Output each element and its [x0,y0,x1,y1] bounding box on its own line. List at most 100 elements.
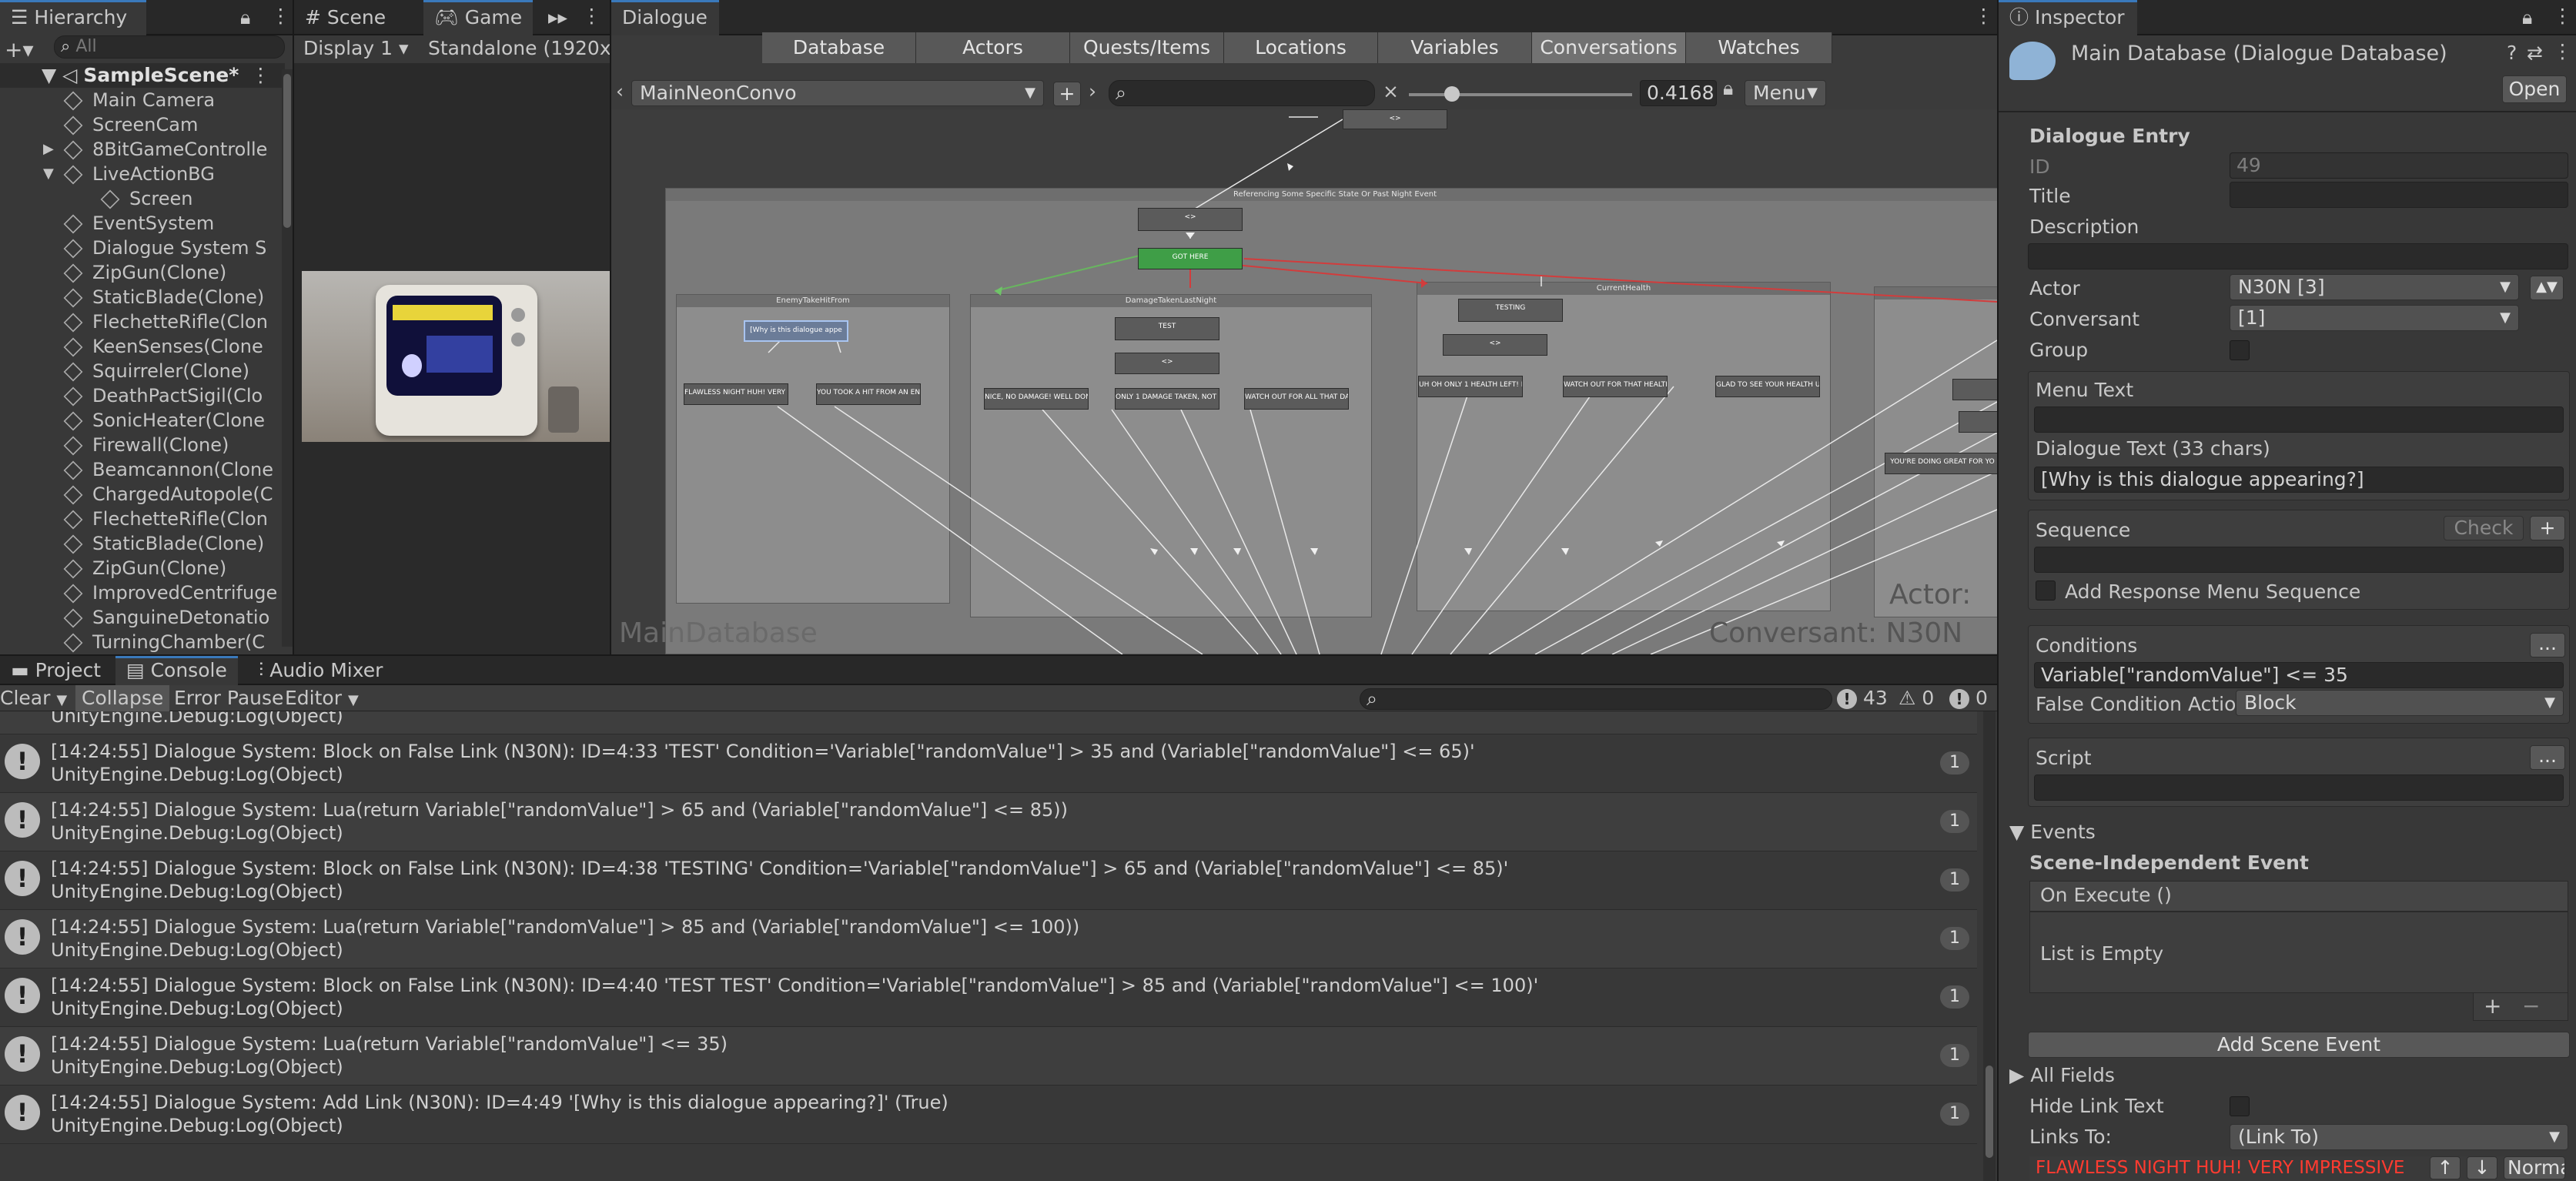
zoom-slider-thumb[interactable] [1444,86,1460,102]
game-render[interactable] [302,271,610,442]
partial-node[interactable] [1959,411,1997,433]
hierarchy-item[interactable]: ▼ LiveActionBG [43,162,215,186]
glad-health-node[interactable]: GLAD TO SEE YOUR HEALTH U [1715,376,1820,397]
scene-menu-icon[interactable]: ⋮ [251,63,270,88]
hierarchy-item[interactable]: StaticBlade(Clone) [63,285,264,309]
hierarchy-item[interactable]: FlechetteRifle(Clon [63,507,268,531]
game-kebab-icon[interactable]: ⋮ [582,5,601,27]
fold-arrow-icon[interactable]: ▼ [43,162,54,186]
add-sequence-button[interactable]: + [2530,516,2565,540]
kebab-menu-icon[interactable]: ⋮ [2553,5,2572,27]
fold-arrow-icon[interactable]: ▶ [43,137,54,162]
tab-console[interactable]: ▤ Console [115,656,238,685]
tab-scene[interactable]: # Scene [294,0,396,35]
clear-search-icon[interactable]: × [1383,80,1399,102]
inspector-tab[interactable]: ⓘ Inspector [1999,0,2137,35]
conditions-field[interactable]: Variable["randomValue"] <= 35 [2034,662,2564,688]
script-wizard-button[interactable]: ... [2530,745,2565,770]
console-scrollbar[interactable] [1983,711,1996,1181]
log-entry[interactable]: ! [14:24:55] Dialogue System: Add Link (N… [0,1086,1977,1144]
log-entry[interactable]: ! [14:24:55] Dialogue System: Block on Fa… [0,734,1977,793]
watch-damage-node[interactable]: WATCH OUT FOR ALL THAT DAM [1244,388,1349,410]
resolution-dropdown[interactable]: Standalone (1920x10 [428,37,610,59]
nav-forward-icon[interactable]: › [1089,80,1096,102]
tab-overflow-icon[interactable]: ▸▸ [548,6,567,28]
console-search-input[interactable]: ⌕ [1360,688,1832,710]
menu-dropdown[interactable]: Menu ▼ [1745,80,1826,106]
partial-node[interactable] [1952,379,1997,400]
menu-text-field[interactable] [2034,406,2564,433]
links-to-dropdown[interactable]: (Link To) ▼ [2230,1124,2568,1150]
hierarchy-item[interactable]: ▶ 8BitGameControlle [43,137,267,162]
lock-icon[interactable]: 🔒︎ [240,6,250,29]
fold-arrow-icon[interactable]: ▶ [2009,1064,2024,1086]
start-node[interactable]: <> [1343,109,1447,129]
sequence-field[interactable] [2034,547,2564,573]
conditions-wizard-button[interactable]: ... [2530,633,2565,657]
preset-icon[interactable]: ⇄ [2527,42,2543,64]
hierarchy-item[interactable]: Dialogue System S [63,236,266,260]
conversation-dropdown[interactable]: MainNeonConvo ▼ [631,80,1044,106]
lock-icon[interactable]: 🔒︎ [1723,77,1733,100]
add-response-checkbox[interactable] [2036,580,2056,601]
add-scene-event-button[interactable]: Add Scene Event [2028,1032,2570,1058]
testing-node[interactable]: TESTING [1458,299,1563,322]
swap-actors-button[interactable]: ▲▼ [2530,276,2564,300]
hierarchy-item[interactable]: Main Camera [63,88,215,112]
hierarchy-item[interactable]: DeathPactSigil(Clo [63,383,263,408]
tab-actors[interactable]: Actors [916,32,1070,63]
watch-health-node[interactable]: WATCH OUT FOR THAT HEALTH [1563,376,1668,397]
script-field[interactable] [2034,775,2564,801]
zoom-value-field[interactable]: 0.4168 [1640,80,1717,106]
open-button[interactable]: Open [2502,75,2567,103]
tab-game[interactable]: 🎮︎ Game [423,0,534,35]
hierarchy-item[interactable]: Squirreler(Clone) [63,359,249,383]
editor-dropdown[interactable]: Editor ▼ [285,687,359,709]
log-entry[interactable]: ! [14:24:55] Dialogue System: Block on Fa… [0,969,1977,1027]
remove-event-icon[interactable]: − [2522,993,2540,1019]
hierarchy-item[interactable]: TurningChamber(C [63,630,265,654]
tab-audio-mixer[interactable]: ⫶ Audio Mixer [248,656,393,685]
hierarchy-item[interactable]: ImprovedCentrifuge [63,580,277,605]
hierarchy-item[interactable]: StaticBlade(Clone) [63,531,264,556]
dialogue-text-field[interactable]: [Why is this dialogue appearing?] [2034,467,2564,493]
error-count-toggle[interactable]: ! 0 [1949,687,1988,709]
group-checkbox[interactable] [2230,340,2250,360]
tab-project[interactable]: ▬ Project [0,656,112,685]
tab-variables[interactable]: Variables [1378,32,1532,63]
one-health-node[interactable]: UH OH ONLY 1 HEALTH LEFT! I [1418,376,1523,397]
hierarchy-tab[interactable]: ☰ Hierarchy [0,0,146,35]
link-entry-row[interactable]: FLAWLESS NIGHT HUH! VERY IMPRESSIVE ↑ ↓ … [2029,1156,2565,1181]
add-object-icon[interactable]: +▾ [5,37,34,62]
chevron-down-icon[interactable]: ▼ [56,692,67,708]
got-here-node[interactable]: GOT HERE [1138,248,1243,269]
lock-icon[interactable]: 🔒︎ [2522,6,2532,29]
add-conversation-button[interactable]: + [1053,82,1081,106]
hierarchy-item[interactable]: EventSystem [63,211,214,236]
log-entry-partial[interactable]: UnityEngine.Debug:Log(Object) [0,711,1977,734]
add-event-icon[interactable]: + [2484,993,2501,1019]
description-field[interactable] [2028,243,2568,269]
tab-watches[interactable]: Watches [1686,32,1832,63]
title-field[interactable] [2230,182,2568,208]
no-damage-node[interactable]: NICE, NO DAMAGE! WELL DON [984,388,1089,410]
conversant-dropdown[interactable]: [1] ▼ [2230,305,2519,331]
clear-button[interactable]: Clear ▼ [0,687,67,709]
all-fields-foldout[interactable]: ▶ All Fields [2009,1064,2115,1086]
nav-back-icon[interactable]: ‹ [616,80,624,102]
console-scroll-thumb[interactable] [1986,1066,1993,1158]
check-sequence-button[interactable]: Check [2444,516,2524,540]
hierarchy-item[interactable]: Firewall(Clone) [63,433,229,457]
display-dropdown[interactable]: Display 1 ▾ [303,37,409,59]
tab-conversations[interactable]: Conversations [1532,32,1686,63]
node-search-input[interactable]: ⌕ [1109,80,1375,106]
kebab-menu-icon[interactable]: ⋮ [2553,40,2572,62]
hierarchy-item[interactable]: ChargedAutopole(C [63,482,273,507]
tab-quests-items[interactable]: Quests/Items [1070,32,1224,63]
hub-node[interactable]: <> [1138,208,1243,231]
hierarchy-item[interactable]: ZipGun(Clone) [63,260,226,285]
hierarchy-item[interactable]: SonicHeater(Clone [63,408,265,433]
events-foldout[interactable]: ▼ Events [2009,821,2096,843]
hierarchy-scroll-thumb[interactable] [283,74,291,228]
log-entry[interactable]: ! [14:24:55] Dialogue System: Block on Fa… [0,851,1977,910]
